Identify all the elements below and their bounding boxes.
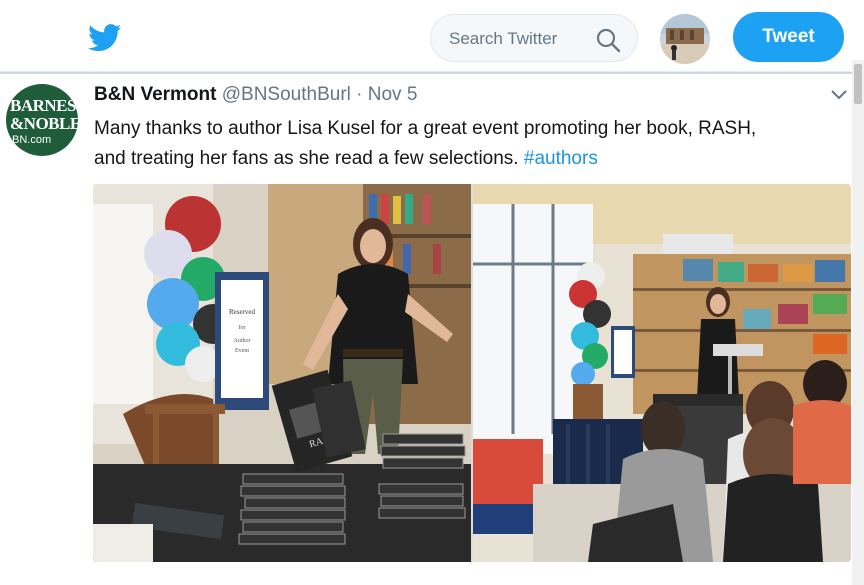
chevron-down-icon[interactable] [830,88,848,102]
bn-vermont-avatar[interactable]: BARNES &NOBLE BN.com [6,84,78,156]
tweet-text-line2: and treating her fans as she read a few … [94,144,834,174]
header-separator: · [356,84,363,105]
avatar-logo-line1: BARNES [10,96,76,115]
reserved-sign-line1: Reserved [229,308,256,316]
tweet-text-line1: Many thanks to author Lisa Kusel for a g… [94,118,757,139]
tweet-text-line2-body: and treating her fans as she read a few … [94,148,519,169]
user-avatar[interactable] [660,14,710,64]
scrollbar-thumb[interactable] [854,64,862,104]
twitter-bird-icon[interactable] [88,24,122,52]
top-nav-bar: Search Twitter Tweet [0,0,864,72]
reserved-sign-line2: for [239,324,246,331]
user-handle[interactable]: @BNSouthBurl [222,84,351,105]
tweet-header: B&N Vermont @BNSouthBurl · Nov 5 [94,84,417,106]
search-input[interactable]: Search Twitter [449,29,557,49]
tweet-photo-right[interactable] [473,184,851,562]
search-icon[interactable] [595,27,621,53]
tweet-card[interactable]: BARNES &NOBLE BN.com B&N Vermont @BNSout… [0,74,852,585]
hashtag-link[interactable]: #authors [524,148,598,169]
reserved-sign-line3: Author [234,338,251,344]
avatar-logo-line3: BN.com [12,134,52,146]
tweet-text: Many thanks to author Lisa Kusel for a g… [94,114,834,174]
avatar-logo-line2: &NOBLE [10,114,78,133]
page-scrollbar[interactable] [852,60,864,585]
search-box[interactable]: Search Twitter [430,14,638,62]
reserved-sign-line4: Event [235,348,249,354]
tweet-date[interactable]: Nov 5 [368,84,418,105]
display-name[interactable]: B&N Vermont [94,84,216,105]
tweet-photo-left[interactable]: Reserved for Author Event RASH [93,184,471,562]
tweet-button[interactable]: Tweet [733,12,844,62]
photo-grid: Reserved for Author Event RASH [93,184,851,562]
